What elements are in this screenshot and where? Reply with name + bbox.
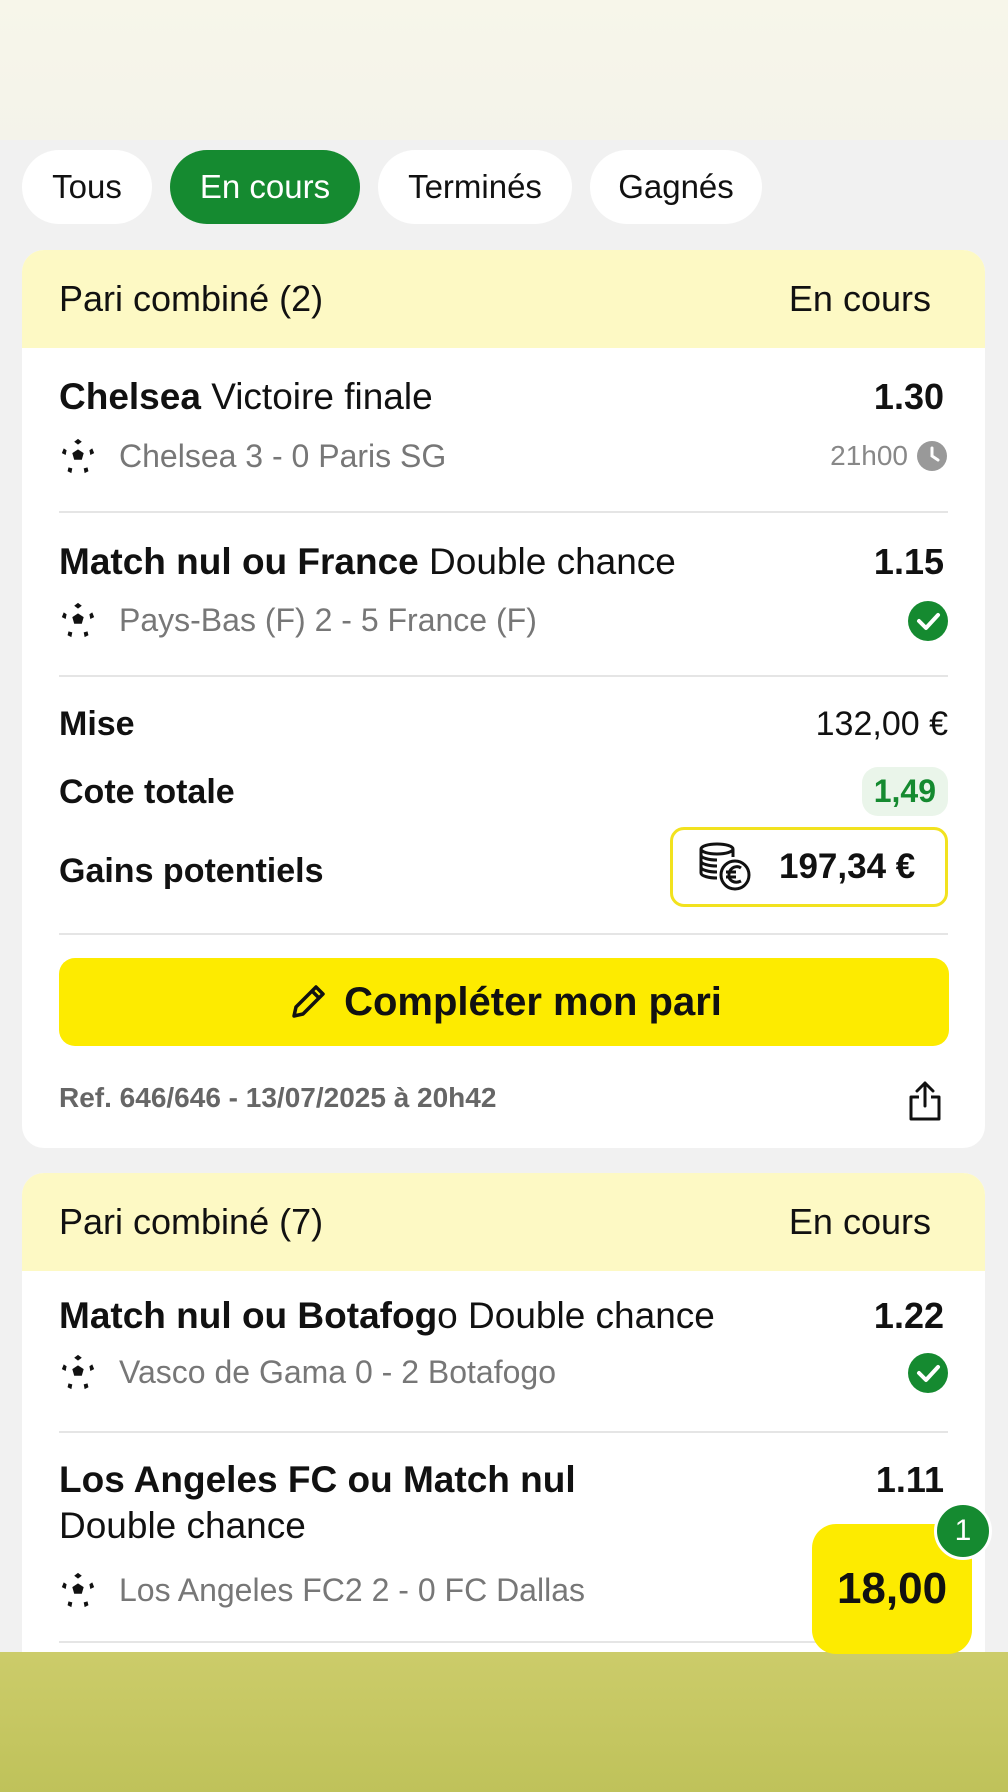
selection-odds: 1.30 [873,376,944,417]
match-info: Vasco de Gama 0 - 2 Botafogo [59,1353,556,1391]
tab-termines[interactable]: Terminés [378,150,572,224]
filter-tabs: Tous En cours Terminés Gagnés [22,150,762,224]
gains-value: 197,34 € [779,847,916,886]
bet-reference: Ref. 646/646 - 13/07/2025 à 20h42 [59,1082,497,1113]
selection-odds: 1.22 [873,1295,944,1336]
selection-row[interactable]: Match nul ou Botafogo Double chance 1.22… [59,1271,948,1433]
match-info: Chelsea 3 - 0 Paris SG [59,437,446,475]
check-icon [908,601,948,641]
match-score: Vasco de Gama 0 - 2 Botafogo [119,1353,556,1390]
betslip-count-badge: 1 [934,1502,992,1560]
share-icon[interactable] [907,1080,943,1122]
total-odds-label: Cote totale [59,773,235,811]
selection-title: Los Angeles FC ou Match nul Double chance [59,1459,576,1546]
bet-status: En cours [788,278,931,319]
selection-odds: 1.15 [873,541,944,582]
total-odds-value: 1,49 [861,767,948,816]
match-info: Pays-Bas (F) 2 - 5 France (F) [59,601,537,639]
potential-gains: 197,34 € [670,827,948,907]
bet-type: Pari combiné (2) [59,278,324,319]
bet-card-header: Pari combiné (2) En cours [22,250,985,348]
betslip-total: 18,00 [836,1564,948,1613]
selection-odds: 1.11 [875,1459,944,1500]
gains-label: Gains potentiels [59,852,324,890]
football-icon [61,1354,95,1390]
match-score: Chelsea 3 - 0 Paris SG [119,437,447,474]
bet-status: En cours [788,1201,931,1242]
selection-title: Match nul ou France Double chance [59,541,676,582]
clock-icon [917,441,947,471]
bottom-band [0,1652,1008,1792]
match-score: Los Angeles FC2 2 - 0 FC Dallas [119,1571,585,1608]
football-icon [61,1572,95,1608]
selection-row[interactable]: Chelsea Victoire finale 1.30 Chelsea 3 -… [59,348,948,513]
check-icon [908,1353,948,1393]
complete-bet-label: Compléter mon pari [344,979,722,1024]
tab-tous[interactable]: Tous [22,150,152,224]
stake-value: 132,00 € [815,705,948,743]
selection-title: Chelsea Victoire finale [59,376,433,417]
pencil-icon [292,985,325,1018]
bet-card-header: Pari combiné (7) En cours [22,1173,985,1271]
selection-status [908,601,948,641]
bet-type: Pari combiné (7) [59,1201,324,1242]
coins-icon [699,842,751,891]
match-time: 21h00 [830,440,948,472]
selection-status [908,1353,948,1393]
tab-en-cours[interactable]: En cours [170,150,360,224]
bet-card[interactable]: Pari combiné (2) En cours Chelsea Victoi… [22,250,985,1148]
kickoff-time: 21h00 [830,440,908,471]
match-score: Pays-Bas (F) 2 - 5 France (F) [119,601,537,638]
match-info: Los Angeles FC2 2 - 0 FC Dallas [59,1571,585,1609]
top-band [0,0,1008,140]
tab-gagnes[interactable]: Gagnés [590,150,762,224]
stake-label: Mise [59,705,135,743]
selection-row[interactable]: Match nul ou France Double chance 1.15 P… [59,513,948,677]
complete-bet-button[interactable]: Compléter mon pari [59,958,949,1046]
football-icon [61,438,95,474]
selection-title: Match nul ou Botafogo Double chance [59,1295,715,1336]
football-icon [61,602,95,638]
bet-summary: Mise 132,00 € Cote totale 1,49 Gains pot… [59,677,948,935]
